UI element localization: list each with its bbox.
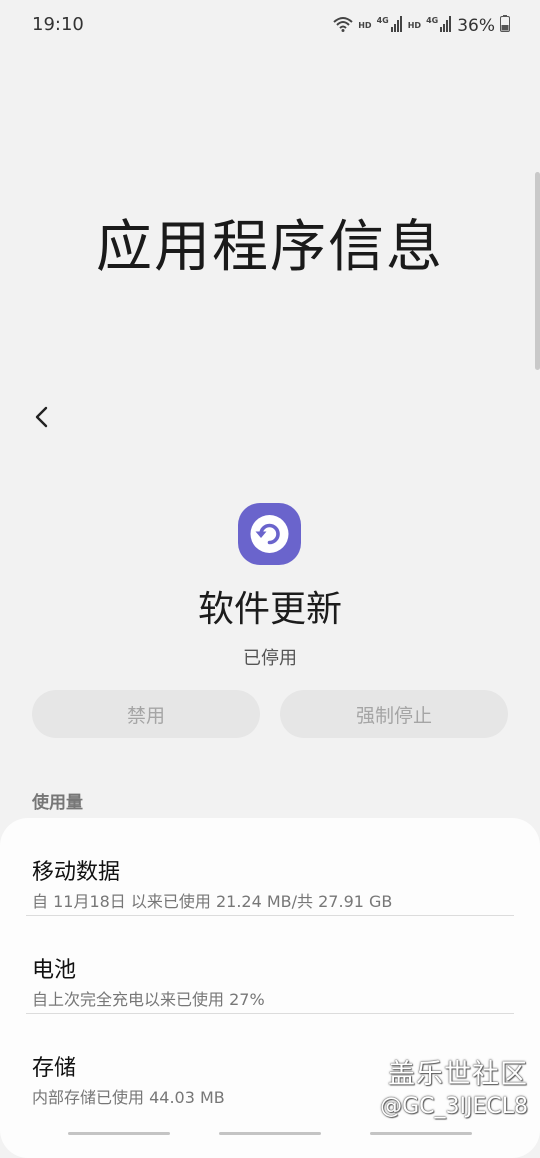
battery-title: 电池 [32, 958, 77, 983]
hd-badge: HD [358, 20, 372, 30]
nav-back-button[interactable] [370, 1132, 472, 1135]
hd-badge: HD [407, 20, 422, 30]
signal-icon [440, 15, 452, 36]
disable-button[interactable]: 禁用 [32, 690, 260, 738]
wifi-icon [333, 16, 353, 36]
app-name: 软件更新 [197, 589, 342, 630]
mobile-data-item[interactable]: 移动数据 自 11月18日 以来已使用 21.24 MB/共 27.91 GB [0, 830, 540, 926]
mobile-data-title: 移动数据 [32, 860, 121, 885]
mobile-data-subtitle: 自 11月18日 以来已使用 21.24 MB/共 27.91 GB [32, 892, 393, 911]
force-stop-button[interactable]: 强制停止 [280, 690, 508, 738]
status-bar: 19:10 HD 4G HD 4G 36% [0, 0, 540, 52]
status-icons: HD 4G HD 4G 36% [333, 15, 510, 36]
network-type-label: 4G [376, 16, 389, 25]
nav-home-button[interactable] [219, 1132, 321, 1135]
watermark-user: @GC_3IJECL8 [380, 1094, 528, 1119]
divider [26, 915, 514, 916]
nav-recents-button[interactable] [68, 1132, 170, 1135]
watermark-community: 盖乐世社区 [388, 1059, 528, 1090]
navigation-bar [0, 1128, 540, 1140]
storage-title: 存储 [32, 1056, 77, 1081]
page-title: 应用程序信息 [96, 215, 444, 280]
chevron-left-icon [35, 406, 48, 428]
battery-icon [500, 15, 510, 36]
app-status: 已停用 [243, 648, 297, 669]
battery-subtitle: 自上次完全充电以来已使用 27% [32, 990, 265, 1009]
network-type-label: 4G [426, 16, 439, 25]
back-button[interactable] [26, 398, 60, 436]
status-time: 19:10 [32, 14, 84, 35]
signal-icon [390, 15, 403, 36]
divider [26, 1013, 514, 1014]
usage-section-header: 使用量 [32, 793, 83, 813]
software-update-icon [238, 503, 301, 565]
storage-subtitle: 内部存储已使用 44.03 MB [32, 1088, 225, 1107]
battery-item[interactable]: 电池 自上次完全充电以来已使用 27% [0, 928, 540, 1024]
battery-percent: 36% [457, 15, 495, 36]
